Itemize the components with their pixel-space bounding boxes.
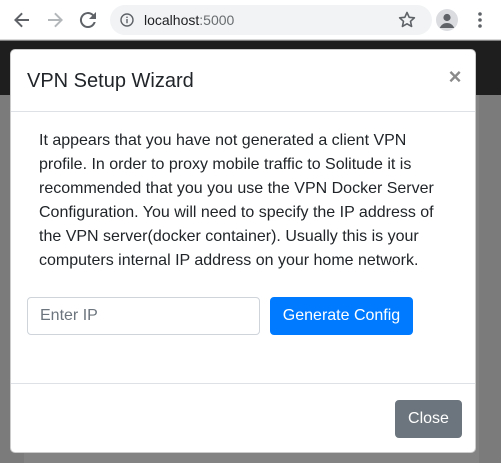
url-port: :5000 xyxy=(199,12,235,28)
ip-input[interactable] xyxy=(27,297,260,335)
url-host: localhost xyxy=(144,12,200,28)
vpn-message: It appears that you have not generated a… xyxy=(39,132,434,269)
avatar-icon[interactable] xyxy=(436,9,458,31)
url-text: localhost:5000 xyxy=(144,12,234,28)
close-icon[interactable]: × xyxy=(446,66,464,88)
star-icon[interactable] xyxy=(396,9,418,31)
modal-header: VPN Setup Wizard × xyxy=(11,50,475,112)
back-arrow-icon[interactable] xyxy=(10,8,34,32)
close-button[interactable]: Close xyxy=(395,400,462,438)
forward-arrow-icon[interactable] xyxy=(43,8,67,32)
generate-config-button[interactable]: Generate Config xyxy=(270,297,413,335)
address-bar[interactable]: localhost:5000 xyxy=(110,5,432,35)
modal-body: It appears that you have not generated a… xyxy=(11,113,475,383)
info-icon[interactable] xyxy=(120,13,134,27)
kebab-menu-icon[interactable] xyxy=(470,10,490,30)
modal-title: VPN Setup Wizard xyxy=(27,70,194,92)
modal-footer: Close xyxy=(11,383,475,452)
reload-icon[interactable] xyxy=(76,8,100,32)
vpn-setup-modal: VPN Setup Wizard × It appears that you h… xyxy=(10,49,476,453)
browser-toolbar: localhost:5000 xyxy=(0,0,501,40)
